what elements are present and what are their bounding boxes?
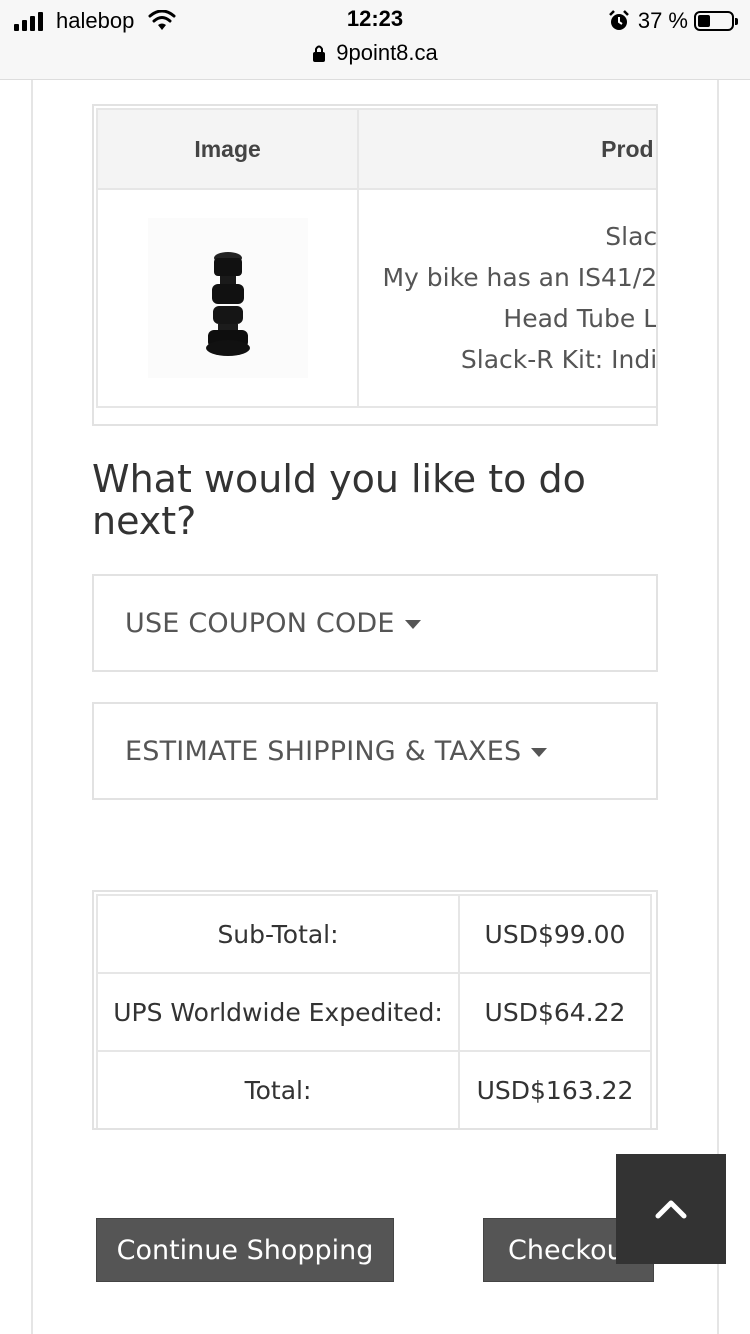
caret-down-icon [404, 619, 421, 629]
back-to-top-button[interactable] [616, 1154, 726, 1264]
status-bar: halebop 12:23 37 % 9point8.ca [0, 0, 750, 80]
product-option-1: My bike has an IS41/2 [382, 263, 658, 292]
product-image-cell [95, 188, 360, 408]
lock-icon [313, 45, 326, 62]
cart-table-container[interactable]: Image Prod Slac My bike has an IS41/2 He… [92, 104, 658, 426]
totals-row: UPS Worldwide Expedited: USD$64.22 [96, 972, 652, 1052]
page-border-right [717, 80, 719, 1334]
subtotal-value: USD$99.00 [458, 894, 652, 974]
header-product: Prod [357, 108, 656, 190]
url-bar[interactable]: 9point8.ca [0, 40, 750, 66]
totals-row: Total: USD$163.22 [96, 1050, 652, 1128]
total-value: USD$163.22 [458, 1050, 652, 1128]
totals-table: Sub-Total: USD$99.00 UPS Worldwide Exped… [96, 894, 652, 1128]
totals-row: Sub-Total: USD$99.00 [96, 894, 652, 974]
status-right: 37 % [608, 8, 738, 34]
estimate-shipping-label: ESTIMATE SHIPPING & TAXES [125, 735, 522, 767]
chevron-up-icon [655, 1200, 687, 1219]
continue-shopping-button[interactable]: Continue Shopping [96, 1218, 394, 1282]
header-product-label: Prod [601, 135, 654, 162]
alarm-icon [608, 10, 629, 30]
cart-header-row: Image Prod [95, 108, 656, 190]
product-details: Slac My bike has an IS41/2 Head Tube L S… [359, 216, 658, 380]
product-option-3: Slack-R Kit: Indi [460, 345, 658, 374]
coupon-code-panel[interactable]: USE COUPON CODE [92, 574, 658, 672]
caret-down-icon [531, 747, 548, 757]
shipping-value: USD$64.22 [458, 972, 652, 1052]
battery-percent: 37 % [637, 8, 688, 33]
page-border-left [31, 80, 33, 1334]
product-image[interactable] [147, 218, 308, 378]
next-steps-heading: What would you like to do next? [92, 457, 586, 543]
coupon-code-label: USE COUPON CODE [125, 607, 395, 639]
header-image: Image [95, 108, 360, 190]
product-name[interactable]: Slac [359, 216, 656, 257]
product-option-2: Head Tube L [503, 304, 658, 333]
battery-icon [694, 11, 738, 31]
headset-spacer-stack-image [205, 252, 250, 356]
subtotal-label: Sub-Total: [96, 894, 460, 974]
estimate-shipping-panel[interactable]: ESTIMATE SHIPPING & TAXES [92, 702, 658, 800]
totals-table-container[interactable]: Sub-Total: USD$99.00 UPS Worldwide Exped… [92, 890, 658, 1130]
cart-table: Image Prod Slac My bike has an IS41/2 He… [95, 108, 658, 408]
product-details-cell: Slac My bike has an IS41/2 Head Tube L S… [357, 188, 658, 408]
total-label: Total: [96, 1050, 460, 1128]
url-text: 9point8.ca [336, 40, 438, 65]
cart-item-row: Slac My bike has an IS41/2 Head Tube L S… [95, 188, 658, 408]
shipping-label: UPS Worldwide Expedited: [96, 972, 460, 1052]
